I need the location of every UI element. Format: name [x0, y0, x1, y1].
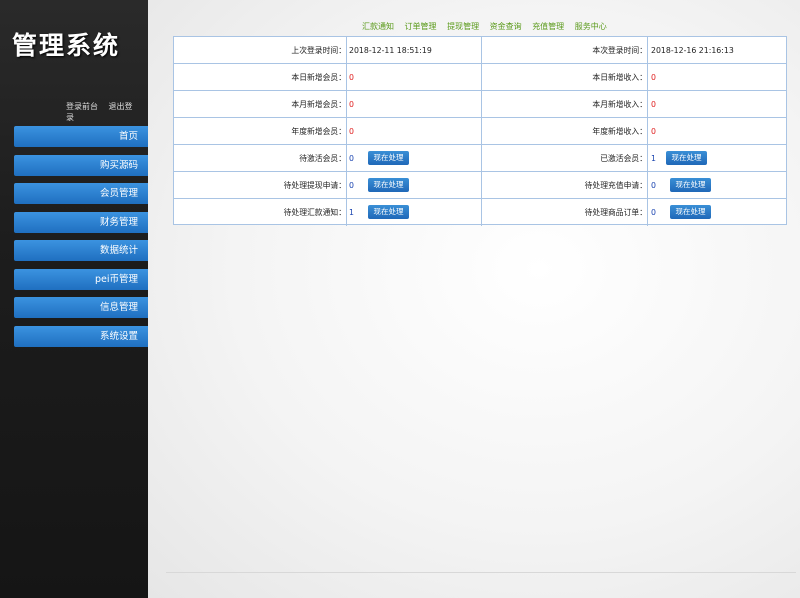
row-label: 年度新增会员： — [291, 127, 346, 136]
today-new-income: 0 — [651, 73, 656, 82]
row-label: 上次登录时间： — [291, 46, 346, 55]
sidebar-item-statistics[interactable]: 数据统计 — [14, 240, 148, 261]
nav-service[interactable]: 服务中心 — [575, 22, 607, 31]
process-product-orders-button[interactable]: 现在处理 — [670, 205, 711, 219]
row-label: 待处理商品订单： — [584, 208, 647, 217]
row-label: 年度新增收入： — [592, 127, 647, 136]
row-label: 本日新增会员： — [291, 73, 346, 82]
sidebar-item-settings[interactable]: 系统设置 — [14, 325, 148, 347]
table-row: 待处理提现申请： 0 现在处理 待处理充值申请： 0 现在处理 — [174, 172, 786, 199]
sidebar-item-info[interactable]: 信息管理 — [14, 297, 148, 318]
table-row: 上次登录时间： 2018-12-11 18:51:19 本次登录时间： 2018… — [174, 37, 786, 64]
pending-activation-count: 0 — [349, 154, 354, 163]
sidebar-menu: 首页 购买源码 会员管理 财务管理 数据统计 pei币管理 信息管理 系统设置 — [14, 126, 148, 354]
sidebar-item-finance[interactable]: 财务管理 — [14, 211, 148, 233]
process-activated-button[interactable]: 现在处理 — [666, 151, 707, 165]
today-new-members: 0 — [349, 73, 354, 82]
frontend-login-link[interactable]: 登录前台 — [66, 102, 98, 111]
row-label: 待处理提现申请： — [283, 181, 346, 190]
row-label: 本月新增会员： — [291, 100, 346, 109]
current-login-time: 2018-12-16 21:16:13 — [651, 46, 734, 55]
row-label: 已激活会员： — [600, 154, 647, 163]
nav-remittance[interactable]: 汇款通知 — [362, 22, 394, 31]
table-row: 本月新增会员： 0 本月新增收入： 0 — [174, 91, 786, 118]
overview-table: 上次登录时间： 2018-12-11 18:51:19 本次登录时间： 2018… — [173, 36, 787, 226]
pending-withdraw-count: 0 — [349, 181, 354, 190]
pending-recharge-count: 0 — [651, 181, 656, 190]
app-title: 管理系统 — [12, 31, 121, 60]
table-row: 待激活会员： 0 现在处理 已激活会员： 1 现在处理 — [174, 145, 786, 172]
process-remittance-button[interactable]: 现在处理 — [368, 205, 409, 219]
activated-members-count: 1 — [651, 154, 656, 163]
nav-recharge[interactable]: 充值管理 — [532, 22, 564, 31]
row-label: 本次登录时间： — [592, 46, 647, 55]
table-row: 本日新增会员： 0 本日新增收入： 0 — [174, 64, 786, 91]
sidebar-item-members[interactable]: 会员管理 — [14, 183, 148, 204]
top-nav: 汇款通知 订单管理 提现管理 资金查询 充值管理 服务中心 — [362, 21, 615, 32]
table-row: 年度新增会员： 0 年度新增收入： 0 — [174, 118, 786, 145]
pending-product-orders-count: 0 — [651, 208, 656, 217]
last-login-time: 2018-12-11 18:51:19 — [349, 46, 432, 55]
row-label: 本日新增收入： — [592, 73, 647, 82]
row-label: 待处理充值申请： — [584, 181, 647, 190]
process-pending-activation-button[interactable]: 现在处理 — [368, 151, 409, 165]
pending-remittance-count: 1 — [349, 208, 354, 217]
nav-orders[interactable]: 订单管理 — [405, 22, 437, 31]
sidebar: 管理系统 登录前台 退出登录 首页 购买源码 会员管理 财务管理 数据统计 pe… — [0, 0, 148, 598]
footer-divider — [166, 572, 796, 573]
sidebar-item-buy-source[interactable]: 购买源码 — [14, 154, 148, 176]
nav-funds[interactable]: 资金查询 — [490, 22, 522, 31]
sidebar-links: 登录前台 退出登录 — [66, 101, 148, 123]
sidebar-item-home[interactable]: 首页 — [14, 126, 148, 147]
row-label: 待激活会员： — [299, 154, 346, 163]
sidebar-item-pei-coin[interactable]: pei币管理 — [14, 268, 148, 290]
row-label: 待处理汇款通知： — [283, 208, 346, 217]
year-new-members: 0 — [349, 127, 354, 136]
month-new-members: 0 — [349, 100, 354, 109]
nav-withdraw[interactable]: 提现管理 — [447, 22, 479, 31]
table-row: 待处理汇款通知： 1 现在处理 待处理商品订单： 0 现在处理 — [174, 199, 786, 226]
month-new-income: 0 — [651, 100, 656, 109]
year-new-income: 0 — [651, 127, 656, 136]
main-content: 汇款通知 订单管理 提现管理 资金查询 充值管理 服务中心 上次登录时间： 20… — [148, 0, 800, 598]
process-withdraw-button[interactable]: 现在处理 — [368, 178, 409, 192]
row-label: 本月新增收入： — [592, 100, 647, 109]
process-recharge-button[interactable]: 现在处理 — [670, 178, 711, 192]
